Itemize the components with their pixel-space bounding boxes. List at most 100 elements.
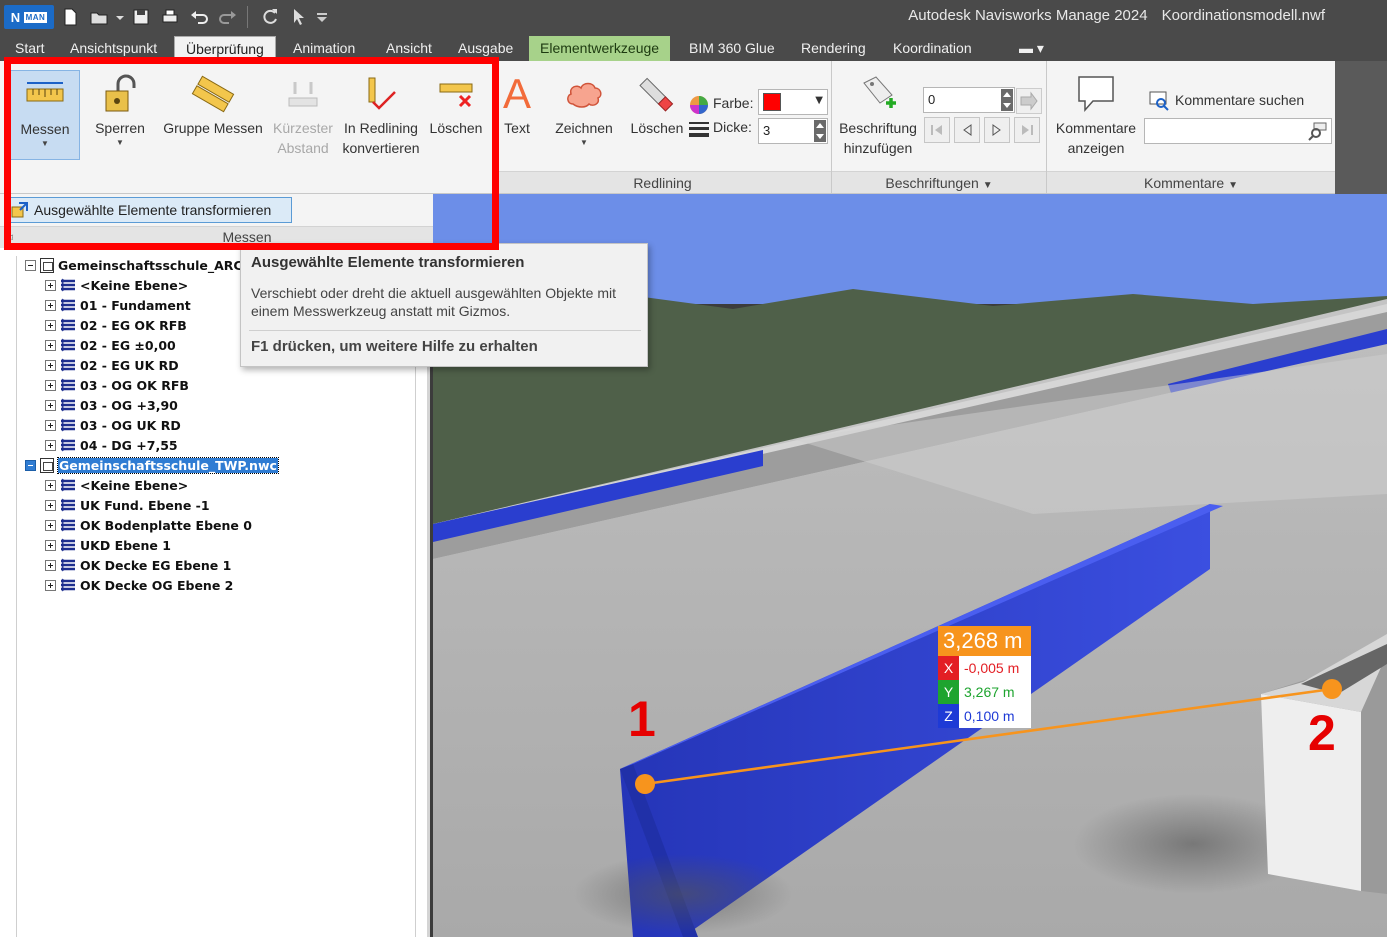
tag-id-input[interactable]: 0 xyxy=(923,87,1015,113)
tree-level-row[interactable]: 04 - DG +7,55 xyxy=(45,436,178,456)
kommentare-panel-label[interactable]: Kommentare ▼ xyxy=(1047,171,1335,193)
tab-ausgabe[interactable]: Ausgabe xyxy=(447,36,524,61)
expand-icon[interactable] xyxy=(45,340,56,351)
tree-level-row[interactable]: 02 - EG UK RD xyxy=(45,356,179,376)
tree-level-row[interactable]: UKD Ebene 1 xyxy=(45,536,171,556)
print-icon[interactable] xyxy=(157,4,183,30)
tree-level-row[interactable]: UK Fund. Ebene -1 xyxy=(45,496,210,516)
sperren-button[interactable]: Sperren ▼ xyxy=(88,70,152,148)
collapse-icon[interactable] xyxy=(25,460,36,471)
cloud-draw-icon xyxy=(548,70,620,118)
ribbon-minimize-icon[interactable]: ▬ ▾ xyxy=(1008,36,1055,61)
kommentare-search-input[interactable] xyxy=(1144,118,1332,144)
kuerzester-abstand-button[interactable]: Kürzester Abstand xyxy=(270,70,336,158)
last-tag-icon[interactable] xyxy=(1014,117,1040,143)
tree-level-row[interactable]: 02 - EG ±0,00 xyxy=(45,336,176,356)
dicke-spinner[interactable] xyxy=(814,120,826,142)
next-tag-icon[interactable] xyxy=(984,117,1010,143)
expand-icon[interactable] xyxy=(45,580,56,591)
tab-ansichtspunkt[interactable]: Ansichtspunkt xyxy=(59,36,168,61)
kommentare-suchen-button[interactable]: Kommentare suchen xyxy=(1175,92,1304,108)
tree-level-row[interactable]: OK Decke OG Ebene 2 xyxy=(45,576,233,596)
tree-level-row[interactable]: <Keine Ebene> xyxy=(45,276,188,296)
redline-text-button[interactable]: A Text xyxy=(498,70,536,138)
konvertieren-label: konvertieren xyxy=(342,140,420,156)
tab-ueberpruefung[interactable]: Überprüfung xyxy=(174,36,276,61)
expand-icon[interactable] xyxy=(45,560,56,571)
tab-elementwerkzeuge[interactable]: Elementwerkzeuge xyxy=(529,36,671,61)
customize-dropdown-icon[interactable] xyxy=(315,4,329,30)
redo-icon[interactable] xyxy=(215,4,241,30)
kommentare-anzeigen-button[interactable]: Kommentare anzeigen xyxy=(1050,70,1142,158)
tab-start[interactable]: Start xyxy=(4,36,56,61)
refresh-icon[interactable] xyxy=(257,4,283,30)
tree-level-row[interactable]: 03 - OG UK RD xyxy=(45,416,181,436)
undo-icon[interactable] xyxy=(186,4,212,30)
app-logo[interactable]: N MAN xyxy=(4,5,54,29)
measure-point-2[interactable] xyxy=(1322,679,1342,699)
expand-icon[interactable] xyxy=(45,500,56,511)
gruppe-messen-button[interactable]: Gruppe Messen xyxy=(158,70,268,138)
save-icon[interactable] xyxy=(128,4,154,30)
layer-stack-icon xyxy=(60,478,76,492)
tab-ansicht[interactable]: Ansicht xyxy=(375,36,443,61)
tree-file-arch[interactable]: Gemeinschaftsschule_ARCH xyxy=(25,256,253,276)
tab-koordination[interactable]: Koordination xyxy=(882,36,983,61)
tree-level-row[interactable]: 03 - OG OK RFB xyxy=(45,376,189,396)
collapse-icon[interactable] xyxy=(25,260,36,271)
hinzufuegen-label: hinzufügen xyxy=(843,140,913,156)
messung-loeschen-button[interactable]: Löschen xyxy=(426,70,486,138)
layer-stack-icon xyxy=(60,518,76,532)
zeichnen-button[interactable]: Zeichnen ▼ xyxy=(548,70,620,148)
sperren-dropdown-icon: ▼ xyxy=(116,138,124,147)
comment-bubble-icon xyxy=(1050,70,1142,118)
layer-stack-icon xyxy=(60,578,76,592)
expand-icon[interactable] xyxy=(45,540,56,551)
new-file-icon[interactable] xyxy=(57,4,83,30)
expand-icon[interactable] xyxy=(45,380,56,391)
select-cursor-icon[interactable] xyxy=(286,4,312,30)
expand-icon[interactable] xyxy=(45,280,56,291)
tree-level-row[interactable]: 02 - EG OK RFB xyxy=(45,316,187,336)
tree-level-row[interactable]: <Keine Ebene> xyxy=(45,476,188,496)
tree-file-twp[interactable]: Gemeinschaftsschule_TWP.nwc xyxy=(25,456,279,476)
dicke-input[interactable]: 3 xyxy=(758,118,828,144)
convert-redline-icon xyxy=(338,70,424,118)
go-to-tag-icon[interactable] xyxy=(1016,88,1042,114)
tree-level-row[interactable]: OK Bodenplatte Ebene 0 xyxy=(45,516,252,536)
tab-animation[interactable]: Animation xyxy=(282,36,366,61)
expand-icon[interactable] xyxy=(45,400,56,411)
expand-icon[interactable] xyxy=(45,520,56,531)
open-dropdown-icon[interactable] xyxy=(115,4,125,30)
tab-bim360-glue[interactable]: BIM 360 Glue xyxy=(678,36,786,61)
tree-level-row[interactable]: OK Decke EG Ebene 1 xyxy=(45,556,231,576)
tree-level-row[interactable]: 03 - OG +3,90 xyxy=(45,396,178,416)
expand-icon[interactable] xyxy=(45,440,56,451)
ribbon: Messen ▼ Sperren ▼ Gruppe Messen Kürzest… xyxy=(0,61,1335,194)
in-redlining-konvertieren-button[interactable]: In Redlining konvertieren xyxy=(338,70,424,158)
tree-level-row[interactable]: 01 - Fundament xyxy=(45,296,191,316)
redline-loeschen-button[interactable]: Löschen xyxy=(628,70,686,138)
layer-stack-icon xyxy=(60,498,76,512)
measurement-readout: 3,268 m X -0,005 m Y 3,267 m Z 0,100 m xyxy=(938,626,1031,728)
quick-find-icon[interactable] xyxy=(1308,121,1328,141)
tab-rendering[interactable]: Rendering xyxy=(790,36,877,61)
pin-panel-icon[interactable]: ⌑ xyxy=(8,229,13,249)
expand-icon[interactable] xyxy=(45,360,56,371)
ausgewaehlte-elemente-transformieren-button[interactable]: Ausgewählte Elemente transformieren xyxy=(6,197,292,223)
beschriftungen-panel-label[interactable]: Beschriftungen ▼ xyxy=(832,171,1046,193)
expand-icon[interactable] xyxy=(45,480,56,491)
first-tag-icon[interactable] xyxy=(924,117,950,143)
expand-icon[interactable] xyxy=(45,300,56,311)
expand-icon[interactable] xyxy=(45,320,56,331)
layer-stack-icon xyxy=(60,438,76,452)
tag-id-spinner[interactable] xyxy=(1001,89,1013,111)
open-folder-icon[interactable] xyxy=(86,4,112,30)
tree-level-label: 03 - OG +3,90 xyxy=(80,398,178,413)
farbe-dropdown[interactable]: ▼ xyxy=(758,89,828,115)
messen-button[interactable]: Messen ▼ xyxy=(10,70,80,160)
beschriftung-hinzufuegen-button[interactable]: Beschriftung hinzufügen xyxy=(836,70,920,158)
measure-point-1[interactable] xyxy=(635,774,655,794)
expand-icon[interactable] xyxy=(45,420,56,431)
prev-tag-icon[interactable] xyxy=(954,117,980,143)
